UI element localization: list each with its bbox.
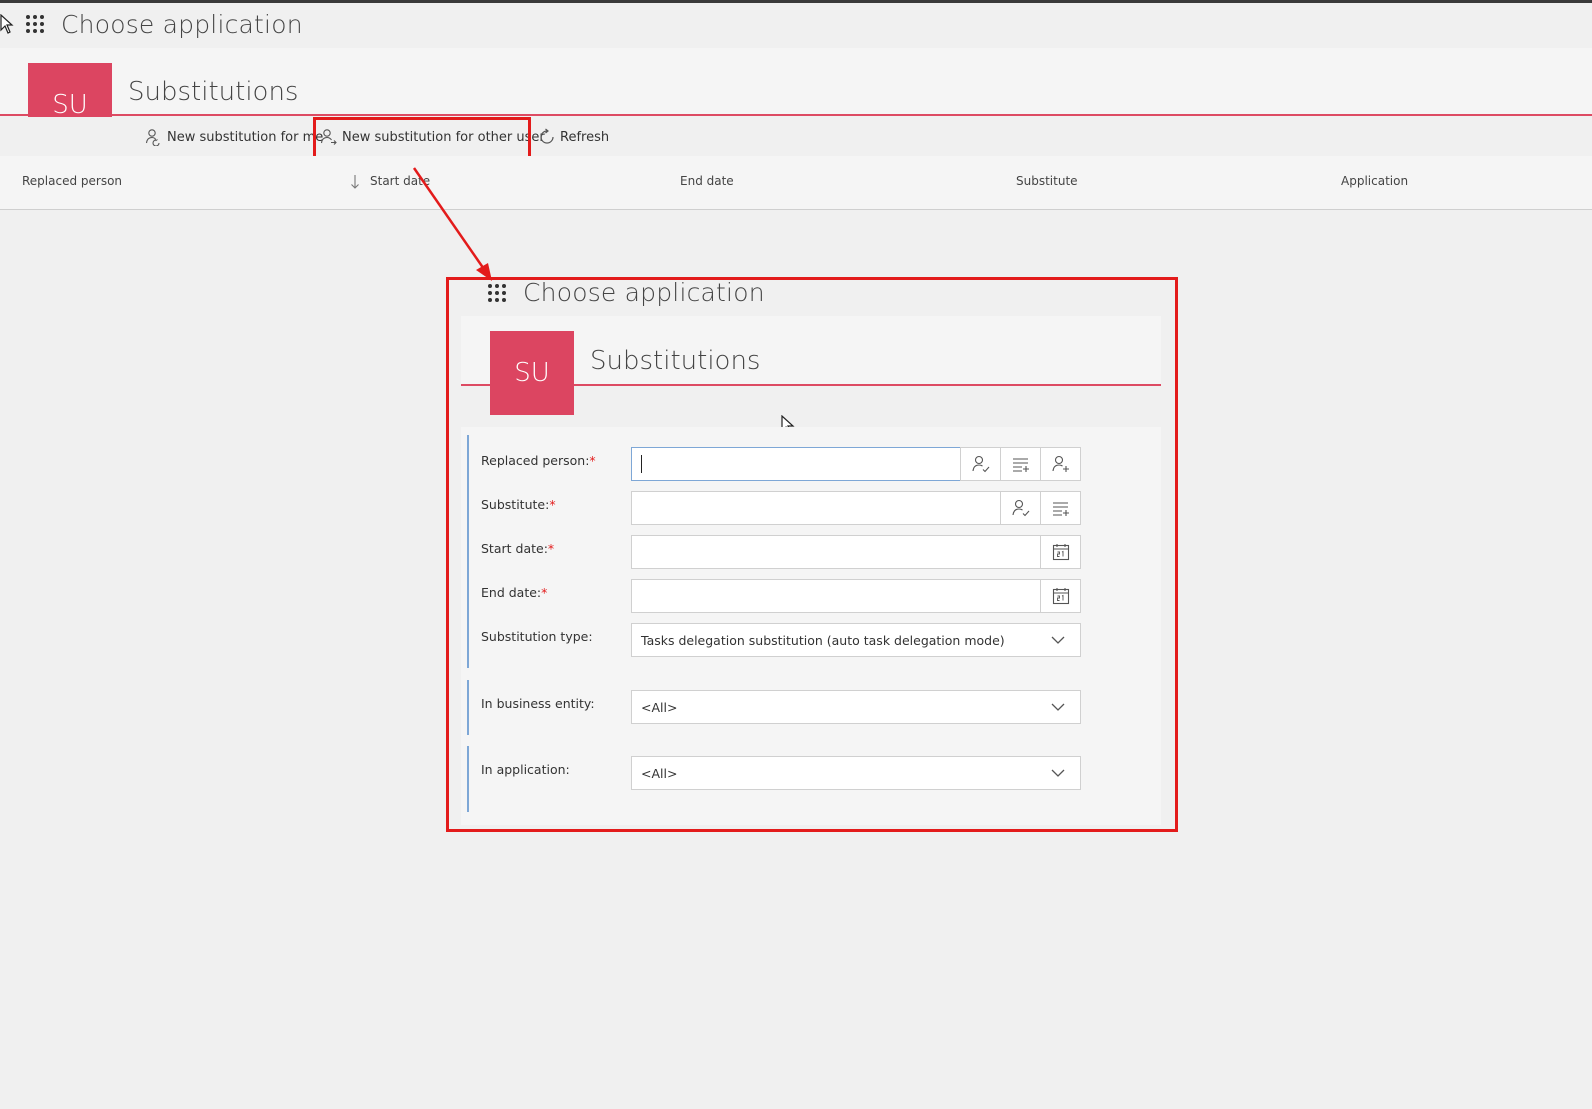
list-add-icon: [1052, 502, 1069, 516]
text-caret: [641, 455, 642, 473]
start-date-label: Start date:*: [481, 541, 555, 556]
table-header: Replaced person Start date End date Subs…: [0, 156, 1592, 210]
substitution-type-value: Tasks delegation substitution (auto task…: [641, 632, 1005, 648]
column-substitute[interactable]: Substitute: [1016, 174, 1078, 188]
replaced-person-select-me-button[interactable]: [960, 447, 1001, 481]
form-group-business-entity: In business entity: <All>: [467, 680, 1081, 735]
calendar-icon: [1052, 544, 1069, 561]
end-date-label: End date:*: [481, 585, 548, 600]
calendar-icon: [1052, 588, 1069, 605]
annotation-highlight-box: [313, 117, 531, 159]
dialog-waffle-icon[interactable]: [488, 284, 506, 302]
substitution-type-label: Substitution type:: [481, 629, 593, 644]
substitute-input[interactable]: [631, 491, 1001, 525]
window-top-border: [0, 0, 1592, 3]
form-group-main: Replaced person:* Substitute:* Start dat…: [467, 435, 1081, 668]
column-replaced-person[interactable]: Replaced person: [22, 174, 122, 188]
substitute-list-button[interactable]: [1040, 491, 1081, 525]
end-date-calendar-button[interactable]: [1040, 579, 1081, 613]
list-add-icon: [1012, 458, 1029, 472]
toolbar: New substitution for me New substitution…: [0, 117, 1592, 155]
person-refresh-icon: [145, 129, 160, 146]
chevron-down-icon: [1051, 769, 1065, 777]
new-substitution-for-me-button[interactable]: New substitution for me: [145, 126, 323, 148]
business-entity-value: <All>: [641, 699, 678, 715]
refresh-icon: [540, 128, 554, 144]
form-group-application: In application: <All>: [467, 746, 1081, 812]
substitute-select-me-button[interactable]: [1000, 491, 1041, 525]
dialog-module-tile: SU: [490, 331, 574, 415]
start-date-input[interactable]: [631, 535, 1041, 569]
new-substitution-for-me-label: New substitution for me: [167, 129, 324, 145]
dialog-module-title: Substitutions: [590, 346, 761, 376]
business-entity-select[interactable]: <All>: [631, 690, 1081, 724]
chevron-down-icon: [1051, 703, 1065, 711]
substitute-label: Substitute:*: [481, 497, 556, 512]
replaced-person-list-button[interactable]: [1000, 447, 1041, 481]
substitution-type-select[interactable]: Tasks delegation substitution (auto task…: [631, 623, 1081, 657]
sort-descending-icon[interactable]: [350, 173, 360, 191]
mouse-pointer-icon: [0, 14, 14, 34]
application-label: In application:: [481, 762, 570, 777]
application-select[interactable]: <All>: [631, 756, 1081, 790]
refresh-button[interactable]: Refresh: [538, 126, 609, 148]
column-application[interactable]: Application: [1341, 174, 1408, 188]
waffle-icon[interactable]: [26, 15, 44, 33]
person-add-icon: [1051, 455, 1069, 472]
module-title: Substitutions: [128, 77, 299, 107]
replaced-person-label: Replaced person:*: [481, 453, 596, 468]
column-start-date[interactable]: Start date: [370, 174, 430, 188]
end-date-input[interactable]: [631, 579, 1041, 613]
app-chooser-title[interactable]: Choose application: [61, 10, 303, 39]
dialog-app-chooser-title[interactable]: Choose application: [523, 278, 765, 307]
person-check-icon: [971, 455, 989, 473]
start-date-calendar-button[interactable]: [1040, 535, 1081, 569]
business-entity-label: In business entity:: [481, 696, 595, 711]
column-end-date[interactable]: End date: [680, 174, 734, 188]
replaced-person-input[interactable]: [631, 447, 961, 481]
person-check-icon: [1011, 499, 1029, 517]
chevron-down-icon: [1051, 636, 1065, 644]
refresh-label: Refresh: [560, 129, 610, 145]
application-value: <All>: [641, 765, 678, 781]
replaced-person-add-button[interactable]: [1040, 447, 1081, 481]
